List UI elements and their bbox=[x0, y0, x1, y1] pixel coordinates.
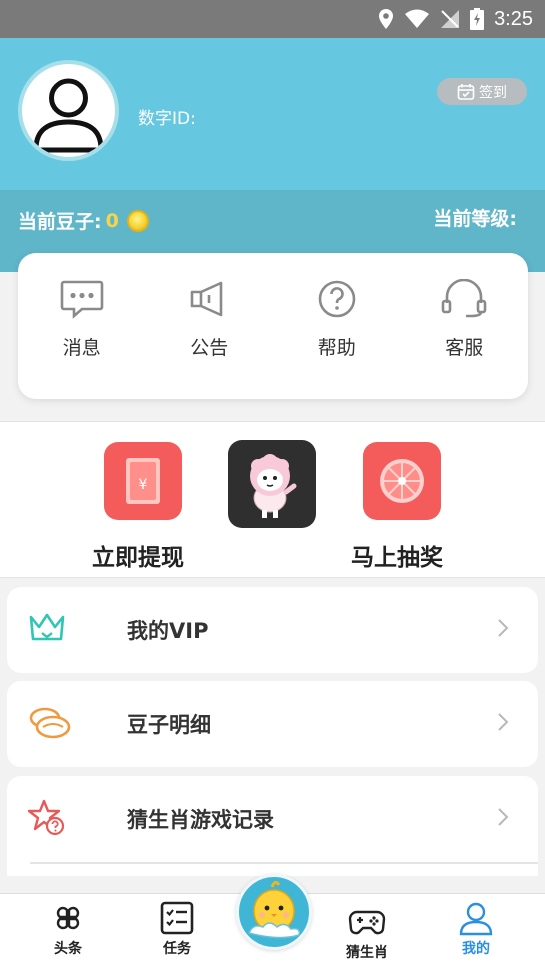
avatar[interactable] bbox=[18, 60, 119, 161]
quick-action-announcement[interactable]: 公告 bbox=[146, 253, 274, 399]
battery-charging-icon bbox=[470, 8, 485, 30]
no-signal-icon bbox=[441, 10, 460, 28]
tab-tasks[interactable]: 任务 bbox=[127, 894, 227, 968]
tab-mine-label: 我的 bbox=[462, 941, 490, 957]
clover-icon bbox=[56, 906, 80, 930]
menu-item-game-records[interactable]: 猜生肖游戏记录 bbox=[7, 776, 538, 876]
signin-button[interactable]: 签到 bbox=[437, 78, 527, 105]
red-envelope-icon: ¥ bbox=[126, 458, 160, 504]
headset-icon bbox=[441, 279, 487, 318]
user-icon bbox=[459, 902, 493, 936]
withdraw-label: 立即提现 bbox=[92, 545, 184, 571]
help-icon bbox=[318, 280, 356, 318]
chevron-right-icon bbox=[498, 713, 509, 731]
beans-label: 当前豆子: bbox=[18, 211, 102, 233]
quick-action-message[interactable]: 消息 bbox=[18, 253, 146, 399]
quick-action-customer-service[interactable]: 客服 bbox=[401, 253, 529, 399]
level-label: 当前等级: bbox=[433, 208, 517, 230]
tab-mine[interactable]: 我的 bbox=[426, 894, 526, 968]
menu-item-vip[interactable]: 我的VIP bbox=[7, 587, 538, 673]
quick-action-announcement-label: 公告 bbox=[190, 337, 229, 359]
tab-guess-zodiac-label: 猜生肖 bbox=[346, 945, 388, 961]
wifi-icon bbox=[405, 9, 430, 28]
digital-id-label: 数字ID: bbox=[138, 109, 196, 129]
profile-header: 数字ID: 签到 bbox=[0, 38, 545, 190]
menu-item-beans-detail[interactable]: 豆子明细 bbox=[7, 681, 538, 767]
chevron-right-icon bbox=[498, 808, 509, 826]
status-icons: 3:25 bbox=[378, 6, 533, 32]
beans-count: 0 bbox=[105, 209, 119, 232]
beans-icon bbox=[29, 707, 71, 739]
location-icon bbox=[379, 9, 394, 29]
quick-action-customer-service-label: 客服 bbox=[445, 337, 484, 359]
tab-headlines-label: 头条 bbox=[54, 941, 82, 957]
list-divider bbox=[30, 862, 538, 864]
tab-headlines[interactable]: 头条 bbox=[18, 894, 118, 968]
menu-item-beans-detail-label: 豆子明细 bbox=[127, 713, 211, 737]
svg-text:¥: ¥ bbox=[139, 477, 148, 493]
star-question-icon bbox=[27, 799, 65, 836]
coin-icon bbox=[126, 209, 149, 232]
gamepad-icon bbox=[348, 910, 386, 935]
promo-section: ¥ 立即提现 马上抽奖 bbox=[0, 421, 545, 578]
withdraw-button[interactable]: ¥ bbox=[104, 442, 182, 520]
tab-guess-zodiac[interactable]: 猜生肖 bbox=[317, 894, 417, 968]
tab-tasks-label: 任务 bbox=[163, 941, 191, 957]
message-icon bbox=[60, 280, 104, 319]
lottery-button[interactable] bbox=[363, 442, 441, 520]
quick-action-message-label: 消息 bbox=[62, 337, 101, 359]
quick-action-help-label: 帮助 bbox=[317, 337, 356, 359]
quick-action-help[interactable]: 帮助 bbox=[273, 253, 401, 399]
center-mascot-button[interactable] bbox=[236, 874, 312, 950]
megaphone-icon bbox=[190, 281, 223, 317]
status-time: 3:25 bbox=[494, 7, 533, 30]
menu-item-vip-label: 我的VIP bbox=[127, 619, 209, 643]
lottery-wheel-icon bbox=[380, 459, 424, 503]
quick-actions-card: 消息 公告 帮助 客服 bbox=[18, 253, 528, 399]
status-bar: 3:25 bbox=[0, 0, 545, 38]
user-avatar-icon bbox=[33, 78, 104, 153]
calendar-check-icon bbox=[457, 83, 475, 100]
lottery-label: 马上抽奖 bbox=[351, 545, 443, 571]
menu-item-game-records-label: 猜生肖游戏记录 bbox=[127, 808, 274, 832]
chick-mascot-icon bbox=[247, 880, 301, 939]
checklist-icon bbox=[160, 901, 194, 935]
signin-label: 签到 bbox=[479, 84, 507, 101]
crown-icon bbox=[29, 613, 65, 641]
sheep-icon bbox=[250, 454, 297, 518]
beans-info: 当前豆子: 0 bbox=[18, 207, 149, 234]
chevron-right-icon bbox=[498, 619, 509, 637]
sheep-mascot-image[interactable] bbox=[228, 440, 316, 528]
